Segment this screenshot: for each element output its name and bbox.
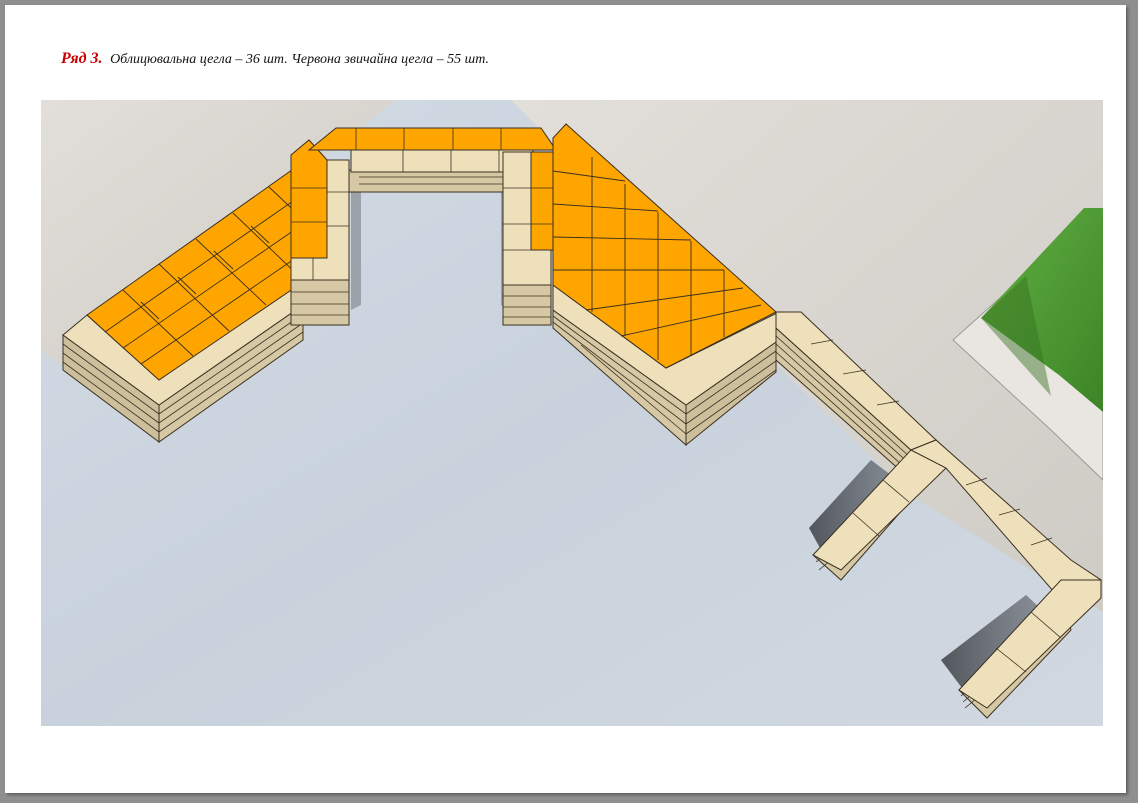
right-pier <box>502 151 554 326</box>
row-label: Ряд 3. <box>61 50 103 67</box>
masonry-row-render <box>41 100 1103 726</box>
shadow-inner-left <box>351 190 361 310</box>
render-svg <box>41 100 1103 726</box>
left-pier <box>290 139 350 326</box>
document-page: Ряд 3. Облицювальна цегла – 36 шт. Черво… <box>5 5 1126 793</box>
figure-caption: Ряд 3. Облицювальна цегла – 36 шт. Черво… <box>61 50 489 68</box>
brick-count-text: Облицювальна цегла – 36 шт. Червона звич… <box>110 52 490 67</box>
